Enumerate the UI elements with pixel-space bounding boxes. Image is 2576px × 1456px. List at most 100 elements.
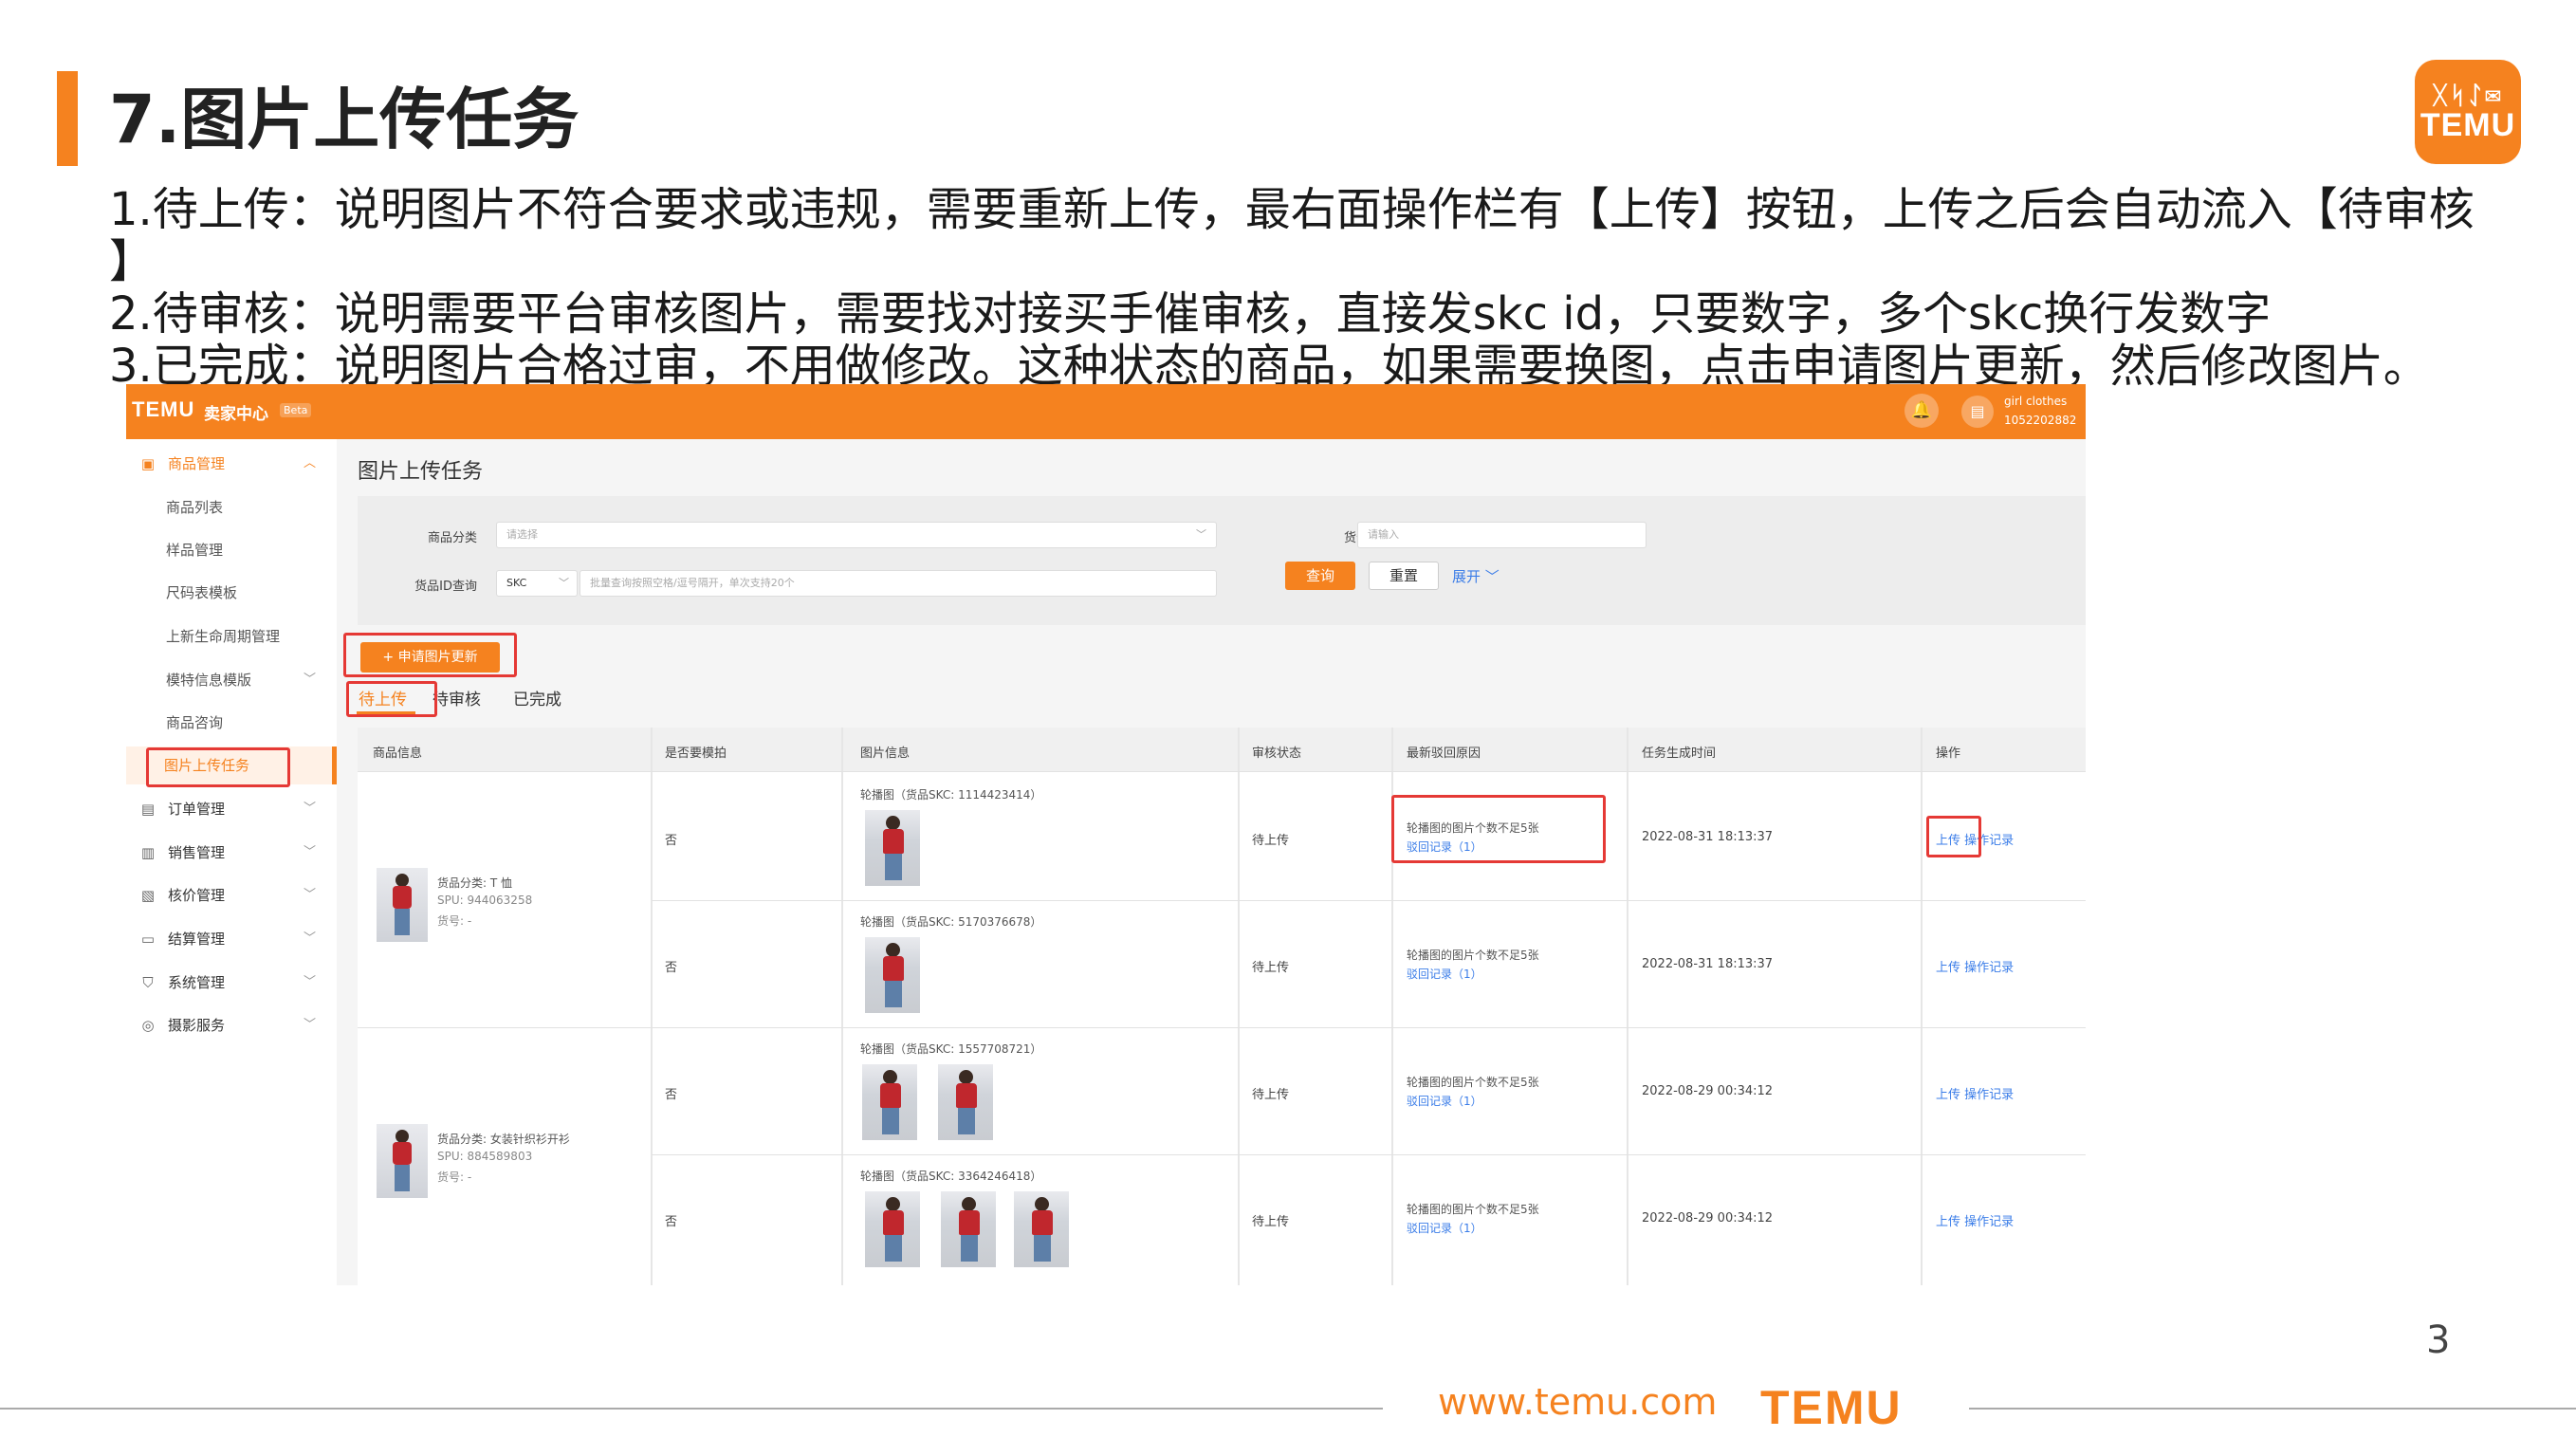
category-label: 商品分类	[427, 531, 477, 545]
id-query-label: 货品ID查询	[414, 580, 477, 594]
temu-logo-text: TEMU	[2420, 107, 2516, 143]
sidebar-item-label: 系统管理	[168, 974, 226, 991]
upload-link[interactable]: 上传	[1936, 1088, 1960, 1102]
tab-completed[interactable]: 已完成	[513, 686, 561, 710]
sidebar-item-label: 核价管理	[168, 887, 226, 904]
header-model-shoot: 是否要模拍	[665, 746, 727, 761]
category-select[interactable]: 请选择 ﹀	[496, 522, 1217, 548]
spu-item-no: 货号: -	[437, 914, 472, 928]
model-shoot-value: 否	[665, 1215, 678, 1229]
reset-button[interactable]: 重置	[1369, 562, 1439, 590]
sidebar-item-label: 商品管理	[168, 455, 226, 472]
user-info[interactable]: girl clothes 1052202882	[2004, 392, 2076, 430]
chevron-down-icon: ﹀	[303, 888, 316, 902]
desc-line-2: 2.待审核：说明需要平台审核图片，需要找对接买手催审核，直接发skc id，只要…	[109, 287, 2272, 341]
upload-link[interactable]: 上传	[1936, 1215, 1960, 1229]
desc-line-1: 1.待上传：说明图片不符合要求或违规，需要重新上传，最右面操作栏有【上传】按钮，…	[109, 183, 2475, 236]
seller-center-screenshot: TEMU 卖家中心 Beta 🔔 ▤ girl clothes 10522028…	[126, 384, 2086, 1285]
model-shoot-value: 否	[665, 834, 678, 848]
reject-history-link[interactable]: 驳回记录（1）	[1407, 1092, 1539, 1111]
product-image[interactable]	[865, 810, 920, 886]
row-divider	[358, 771, 2086, 772]
chevron-down-icon: ﹀	[1481, 568, 1500, 585]
sidebar-item-label: 摄影服务	[168, 1017, 226, 1034]
sidebar-item-label: 尺码表模板	[166, 584, 238, 601]
product-image[interactable]	[1014, 1191, 1069, 1267]
page-title: 图片上传任务	[358, 460, 484, 484]
header-review-status: 审核状态	[1252, 746, 1302, 761]
footer-line-left	[0, 1408, 1383, 1410]
chevron-down-icon: ﹀	[303, 1018, 316, 1032]
sidebar-item-settlement-management[interactable]: ▭ 结算管理 ﹀	[126, 920, 337, 958]
reject-history-link[interactable]: 驳回记录（1）	[1407, 1219, 1539, 1238]
sidebar-item-product-list[interactable]: 商品列表	[126, 488, 337, 526]
product-image[interactable]	[865, 937, 920, 1013]
product-image[interactable]	[941, 1191, 996, 1267]
footer-logo: TEMU	[1760, 1381, 1903, 1434]
app-center-name: 卖家中心	[204, 405, 268, 424]
col-divider	[1627, 728, 1628, 1285]
header-reject-reason: 最新驳回原因	[1407, 746, 1481, 761]
reject-reason: 轮播图的图片个数不足5张 驳回记录（1）	[1407, 946, 1539, 984]
operation-log-link[interactable]: 操作记录	[1964, 961, 2014, 975]
avatar[interactable]: ▤	[1961, 396, 1994, 428]
product-image[interactable]	[865, 1191, 920, 1267]
col-divider	[841, 728, 843, 1285]
reject-reason: 轮播图的图片个数不足5张 驳回记录（1）	[1407, 1073, 1539, 1111]
status-value: 待上传	[1252, 1215, 1290, 1229]
row-operations: 上传 操作记录	[1936, 1084, 2014, 1102]
camera-icon: ◎	[141, 1017, 155, 1034]
col-divider	[651, 728, 653, 1285]
operation-log-link[interactable]: 操作记录	[1964, 1088, 2014, 1102]
task-time: 2022-08-31 18:13:37	[1642, 957, 1774, 971]
row-operations: 上传 操作记录	[1936, 1211, 2014, 1229]
expand-button[interactable]: 展开 ﹀	[1452, 566, 1500, 586]
sidebar-item-order-management[interactable]: ▤ 订单管理 ﹀	[126, 790, 337, 828]
header-operation: 操作	[1936, 746, 1961, 761]
sidebar-item-pricing-management[interactable]: ▧ 核价管理 ﹀	[126, 876, 337, 914]
query-button[interactable]: 查询	[1285, 562, 1355, 590]
id-query-input[interactable]: 批量查询按照空格/逗号隔开，单次支持20个	[580, 570, 1217, 597]
reject-history-link[interactable]: 驳回记录（1）	[1407, 965, 1539, 984]
operation-log-link[interactable]: 操作记录	[1964, 1215, 2014, 1229]
temu-logo-symbols: ᚷᛋᛇ✉	[2432, 81, 2504, 109]
status-value: 待上传	[1252, 961, 1290, 975]
image-info-label: 轮播图（货品SKC: 3364246418）	[860, 1170, 1042, 1183]
sidebar-item-product-inquiry[interactable]: 商品咨询	[126, 704, 337, 742]
sidebar-item-product-management[interactable]: ▣ 商品管理 ︿	[126, 445, 337, 483]
chevron-down-icon: ﹀	[303, 673, 316, 687]
sidebar-item-system-management[interactable]: ⛉ 系统管理 ﹀	[126, 964, 337, 1002]
id-type-select[interactable]: SKC ﹀	[496, 570, 578, 597]
sidebar-item-photography-service[interactable]: ◎ 摄影服务 ﹀	[126, 1006, 337, 1044]
table-header-row	[358, 728, 2086, 771]
sidebar-item-label: 模特信息模版	[166, 672, 252, 689]
sidebar-item-sample-management[interactable]: 样品管理	[126, 531, 337, 569]
top-bar: TEMU 卖家中心 Beta 🔔 ▤ girl clothes 10522028…	[126, 384, 2086, 439]
footer-url: www.temu.com	[1438, 1381, 1718, 1423]
sidebar-item-lifecycle-management[interactable]: 上新生命周期管理	[126, 617, 337, 655]
task-time: 2022-08-31 18:13:37	[1642, 830, 1774, 844]
sidebar-item-model-template[interactable]: 模特信息模版 ﹀	[126, 661, 337, 699]
product-image[interactable]	[862, 1064, 917, 1140]
header-product-info: 商品信息	[373, 746, 423, 761]
product-image[interactable]	[938, 1064, 993, 1140]
item-no-input[interactable]: 请输入	[1357, 522, 1647, 548]
user-id: 1052202882	[2004, 414, 2077, 427]
chevron-down-icon: ﹀	[303, 931, 316, 946]
sidebar-item-size-chart-template[interactable]: 尺码表模板	[126, 574, 337, 612]
expand-label: 展开	[1452, 568, 1481, 585]
tab-pending-review[interactable]: 待审核	[432, 686, 481, 710]
chevron-down-icon: ﹀	[303, 975, 316, 989]
upload-link[interactable]: 上传	[1936, 961, 1960, 975]
reject-reason-text: 轮播图的图片个数不足5张	[1407, 949, 1539, 962]
sidebar-item-sales-management[interactable]: ▥ 销售管理 ﹀	[126, 834, 337, 872]
image-info-label: 轮播图（货品SKC: 1557708721）	[860, 1042, 1042, 1056]
spu-id: SPU: 944063258	[437, 894, 533, 907]
sidebar-item-label: 结算管理	[168, 931, 226, 948]
sidebar-item-label: 销售管理	[168, 844, 226, 861]
row-divider	[652, 1154, 2086, 1155]
sales-icon: ▥	[140, 844, 156, 861]
bell-icon[interactable]: 🔔	[1904, 394, 1939, 428]
image-info-label: 轮播图（货品SKC: 1114423414）	[860, 788, 1042, 802]
chevron-down-icon: ﹀	[303, 802, 316, 816]
